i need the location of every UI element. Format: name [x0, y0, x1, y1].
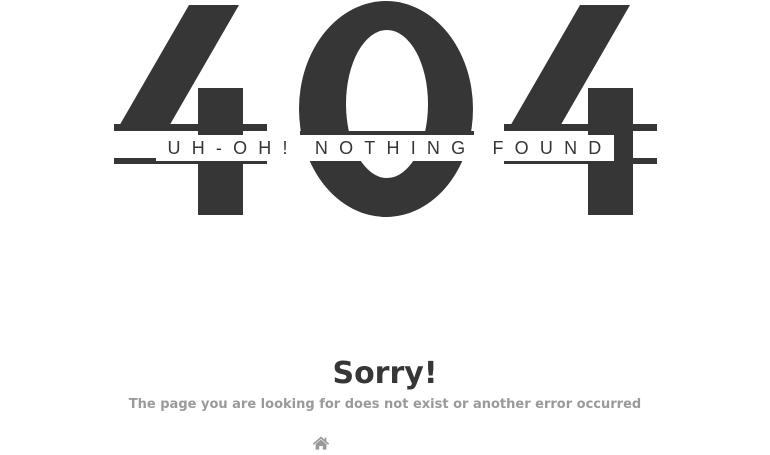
tagline-band: UH-OH! NOTHING FOUND [0, 135, 770, 161]
error-tagline: UH-OH! NOTHING FOUND [155, 135, 615, 161]
error-code-graphic: UH-OH! NOTHING FOUND [0, 0, 770, 230]
home-link[interactable] [312, 436, 332, 452]
digit-zero [299, 1, 474, 217]
home-icon [312, 436, 330, 450]
error-heading: Sorry! [332, 356, 438, 391]
digit-four-left [114, 5, 267, 215]
error-message: The page you are looking for does not ex… [128, 397, 642, 412]
error-code-404-art [114, 1, 657, 217]
digit-four-right [504, 5, 657, 215]
